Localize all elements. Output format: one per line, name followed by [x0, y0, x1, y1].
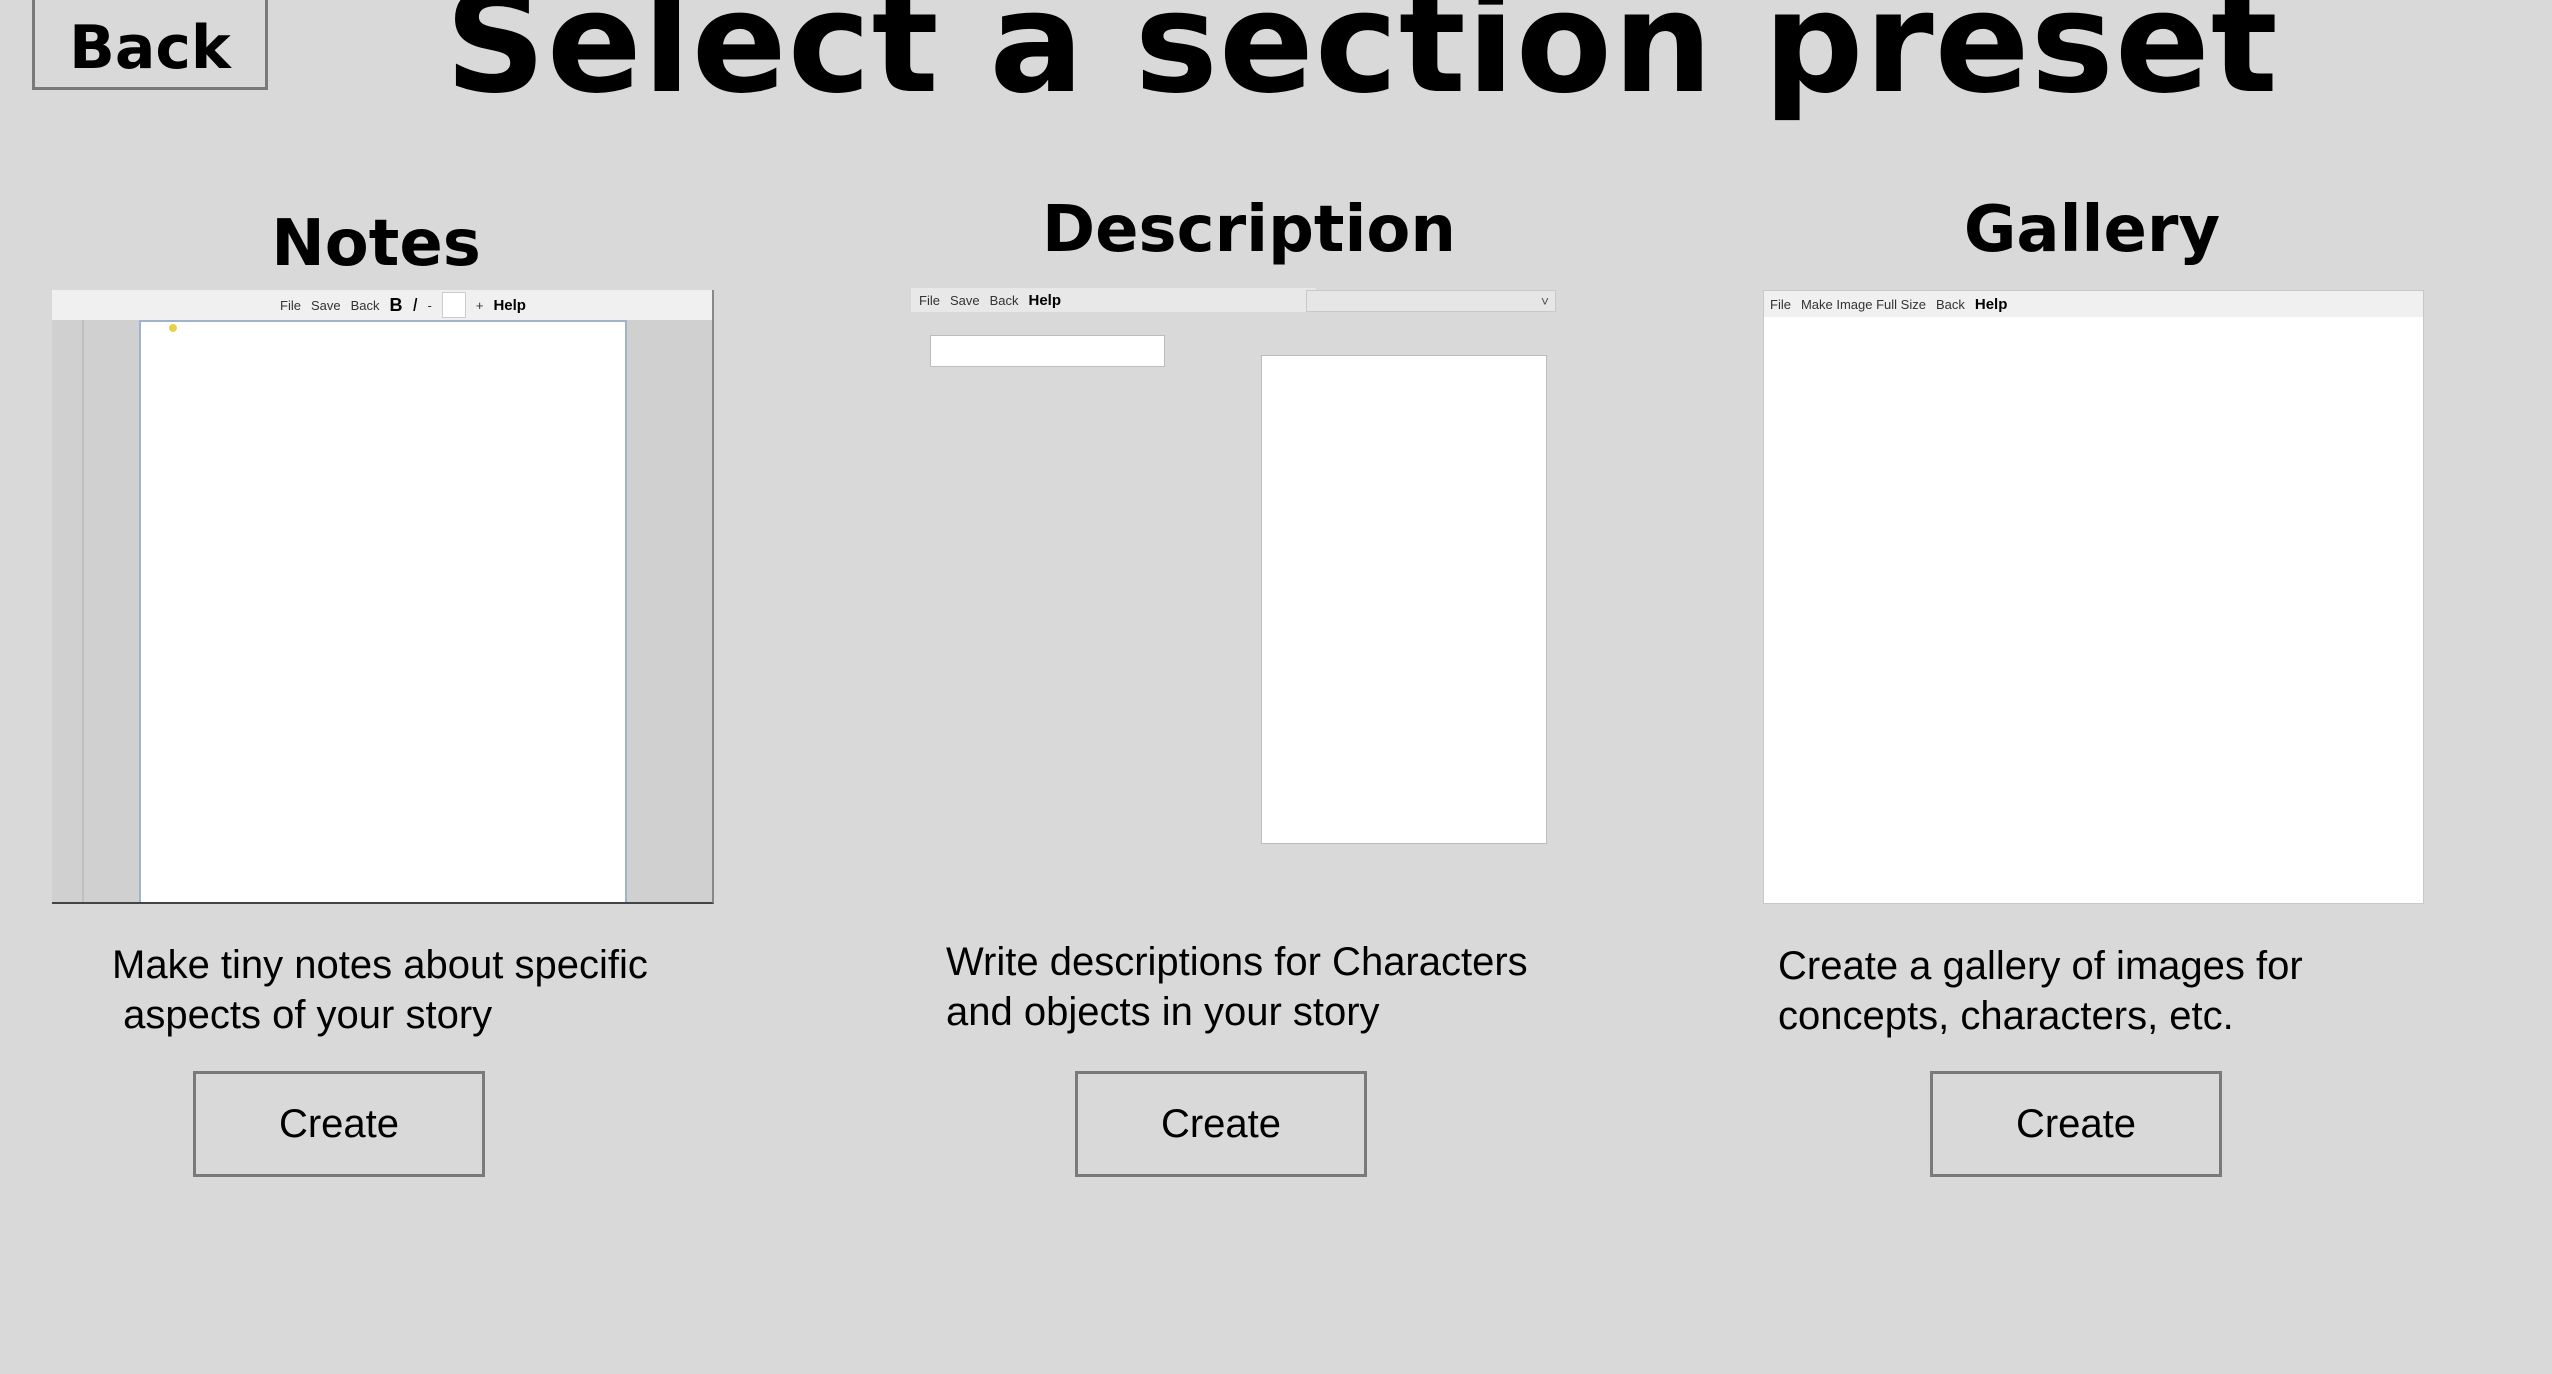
notes-preview-back: Back — [350, 297, 380, 313]
notes-preview-fontsize-box — [441, 292, 466, 318]
description-title: Description — [1042, 193, 1456, 267]
notes-preview-help: Help — [493, 296, 526, 314]
notes-preview: File Save Back B I - + Help — [52, 290, 714, 904]
description-preview-file: File — [919, 292, 940, 308]
description-description: Write descriptions for Characters and ob… — [946, 940, 1528, 1034]
gallery-title: Gallery — [1963, 193, 2221, 267]
page-title: Select a section preset — [445, 0, 2279, 125]
description-preview-back: Back — [989, 292, 1019, 308]
notes-preview-plus: + — [475, 297, 484, 313]
gallery-preview: File Make Image Full Size Back Help — [1763, 290, 2424, 904]
notes-preview-cursor-marker — [169, 324, 177, 332]
gallery-preview-file: File — [1770, 296, 1791, 312]
create-description-button[interactable]: Create — [1075, 1071, 1367, 1177]
notes-preview-save: Save — [310, 297, 341, 313]
gallery-preview-help: Help — [1974, 295, 2008, 313]
back-button[interactable]: Back — [32, 0, 268, 90]
notes-preview-italic: I — [412, 294, 418, 315]
notes-preview-page — [139, 320, 627, 902]
create-notes-button[interactable]: Create — [193, 1071, 485, 1177]
gallery-preview-back: Back — [1935, 296, 1965, 312]
description-preview: File Save Back Help ˅ — [911, 288, 1556, 904]
description-preview-dropdown: ˅ — [1306, 290, 1556, 312]
notes-preview-file: File — [280, 297, 301, 313]
description-preview-toolbar: File Save Back Help — [911, 288, 1316, 312]
gallery-description: Create a gallery of images for concepts,… — [1778, 944, 2303, 1038]
chevron-down-icon: ˅ — [1540, 293, 1549, 309]
notes-title: Notes — [271, 207, 481, 281]
notes-preview-bold: B — [389, 294, 403, 315]
notes-preview-dash: - — [427, 297, 432, 313]
notes-preview-toolbar: File Save Back B I - + Help — [52, 290, 712, 320]
description-preview-help: Help — [1028, 291, 1062, 309]
gallery-preview-make-full: Make Image Full Size — [1800, 296, 1926, 312]
gallery-preview-toolbar: File Make Image Full Size Back Help — [1764, 291, 2423, 317]
notes-description: Make tiny notes about specific aspects o… — [112, 943, 648, 1037]
description-preview-text-area — [1261, 355, 1547, 844]
notes-preview-ruler — [82, 320, 84, 902]
description-preview-save: Save — [949, 292, 980, 308]
description-preview-name-field — [930, 335, 1165, 367]
create-gallery-button[interactable]: Create — [1930, 1071, 2222, 1177]
